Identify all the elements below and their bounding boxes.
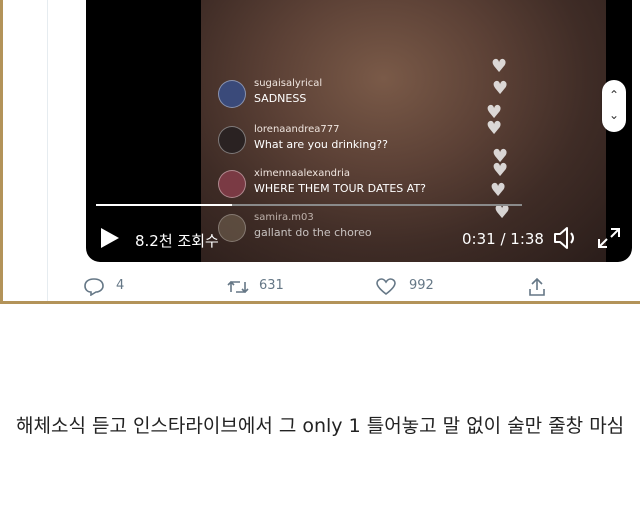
chevron-up-icon[interactable]: ⌃ (602, 88, 626, 102)
like-count: 992 (409, 278, 434, 293)
video-player[interactable] (86, 0, 632, 262)
heart-icon: ♥ (492, 160, 509, 181)
video-time: 0:31 / 1:38 (462, 230, 544, 248)
avatar (218, 80, 246, 108)
heart-icon: ♥ (494, 202, 511, 223)
post-caption: 해체소식 듣고 인스타라이브에서 그 only 1 틀어놓고 말 없이 술만 줄… (16, 415, 625, 437)
reply-icon[interactable] (84, 278, 104, 296)
video-progress-bar[interactable] (96, 204, 522, 206)
heart-icon: ♥ (490, 180, 507, 201)
comment-username: ximennaalexandria (254, 168, 351, 179)
comment-username: samira.m03 (254, 212, 314, 223)
scroll-control[interactable]: ⌃ ⌄ (602, 80, 626, 132)
heart-icon: ♥ (486, 118, 503, 139)
comment-text: gallant do the choreo (254, 226, 372, 239)
comment-text: WHERE THEM TOUR DATES AT? (254, 182, 427, 195)
avatar (218, 214, 246, 242)
chevron-down-icon[interactable]: ⌄ (602, 108, 626, 122)
play-icon[interactable] (101, 228, 119, 248)
retweet-count: 631 (259, 278, 284, 293)
volume-icon[interactable] (552, 226, 580, 250)
like-icon[interactable] (376, 278, 396, 296)
video-progress-fill (96, 204, 233, 206)
comment-text: SADNESS (254, 92, 307, 105)
retweet-icon[interactable] (226, 278, 250, 296)
share-icon[interactable] (528, 277, 546, 297)
heart-icon: ♥ (492, 78, 509, 99)
fullscreen-icon[interactable] (596, 226, 622, 250)
comment-text: What are you drinking?? (254, 138, 388, 151)
comment-username: lorenaandrea777 (254, 124, 340, 135)
avatar (218, 170, 246, 198)
view-count: 8.2천 조회수 (135, 232, 219, 250)
reply-count: 4 (116, 278, 125, 293)
avatar (218, 126, 246, 154)
comment-username: sugaisalyrical (254, 78, 323, 89)
heart-icon: ♥ (491, 56, 508, 77)
